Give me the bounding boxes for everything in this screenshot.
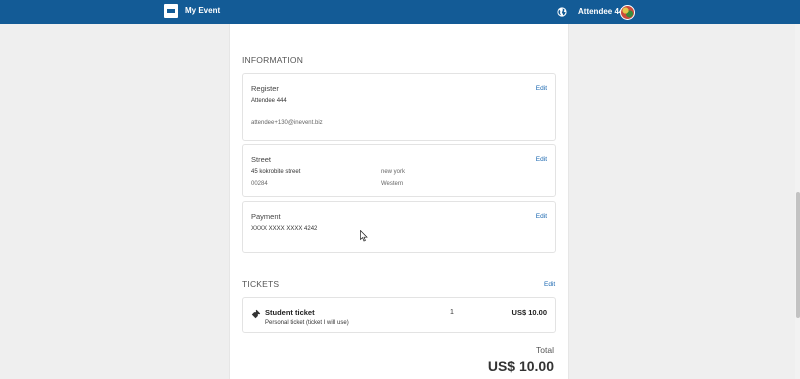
street-card: Street Edit 45 kokrobite street 00284 ne… [242,144,556,197]
payment-card: Payment Edit XXXX XXXX XXXX 4242 [242,201,556,253]
tickets-heading: TICKETS [242,279,280,289]
ticket-icon [251,309,261,319]
register-name: Attendee 444 [251,98,287,104]
street-city: new york [381,169,406,175]
register-title: Register [251,84,279,93]
total-value: US$ 10.00 [487,358,554,374]
scrollbar-thumb[interactable] [796,192,800,318]
total-label: Total [536,345,554,355]
tickets-edit-link[interactable]: Edit [544,281,555,288]
payment-card-number: XXXX XXXX XXXX 4242 [251,226,318,232]
information-heading: INFORMATION [242,55,304,65]
ticket-quantity: 1 [450,309,454,316]
ticket-name: Student ticket [265,308,315,317]
register-edit-link[interactable]: Edit [536,85,547,92]
mouse-cursor-icon [360,230,368,242]
logo-icon[interactable] [164,4,178,18]
avatar[interactable] [620,5,635,20]
street-title: Street [251,155,272,164]
globe-icon[interactable] [557,7,567,17]
street-postcode: 00284 [251,181,268,187]
ticket-price: US$ 10.00 [511,308,547,317]
register-email: attendee+130@inevent.biz [251,120,323,126]
street-edit-link[interactable]: Edit [536,156,547,163]
app-title[interactable]: My Event [185,6,220,15]
ticket-description: Personal ticket (ticket I will use) [265,320,349,326]
register-card: Register Edit Attendee 444 attendee+130@… [242,73,556,141]
street-line1: 45 kokrobite street [251,169,301,175]
street-region: Western [381,181,404,187]
payment-edit-link[interactable]: Edit [536,213,547,220]
top-bar: My Event Attendee 444 [0,0,800,24]
payment-title: Payment [251,212,281,221]
ticket-row: Student ticket Personal ticket (ticket I… [242,297,556,333]
